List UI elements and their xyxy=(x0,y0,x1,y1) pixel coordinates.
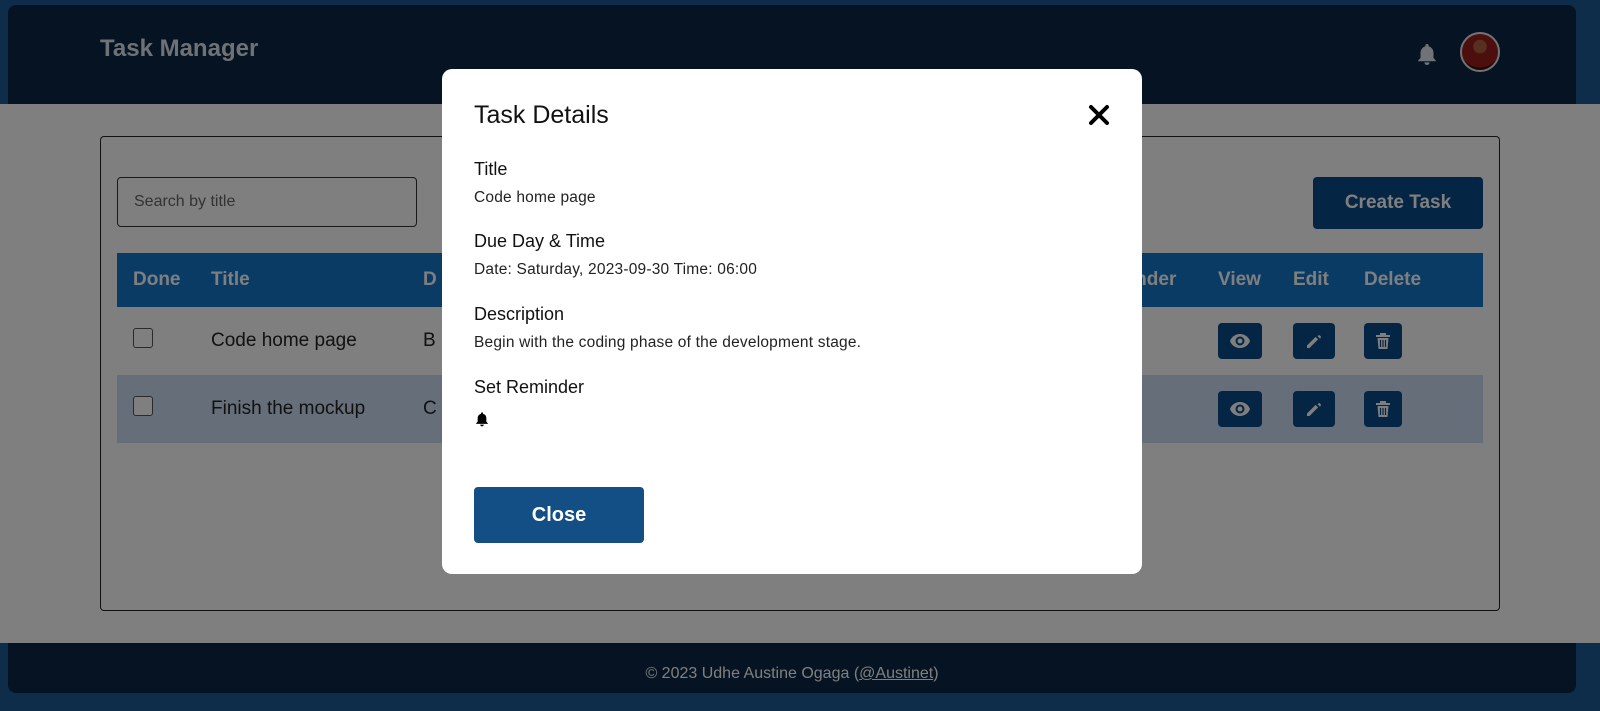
reminder-bell-icon[interactable] xyxy=(474,411,490,427)
task-details-modal: Task Details Title Code home page Due Da… xyxy=(442,69,1142,574)
title-value: Code home page xyxy=(474,189,596,206)
due-value: Date: Saturday, 2023-09-30 Time: 06:00 xyxy=(474,261,758,278)
title-label: Title xyxy=(474,159,508,179)
close-icon[interactable] xyxy=(1087,103,1111,127)
modal-title: Task Details xyxy=(474,101,609,129)
description-value: Begin with the coding phase of the devel… xyxy=(474,334,862,351)
close-button[interactable]: Close xyxy=(474,487,644,543)
due-label: Due Day & Time xyxy=(474,231,606,251)
description-label: Description xyxy=(474,304,565,324)
reminder-label: Set Reminder xyxy=(474,377,585,397)
